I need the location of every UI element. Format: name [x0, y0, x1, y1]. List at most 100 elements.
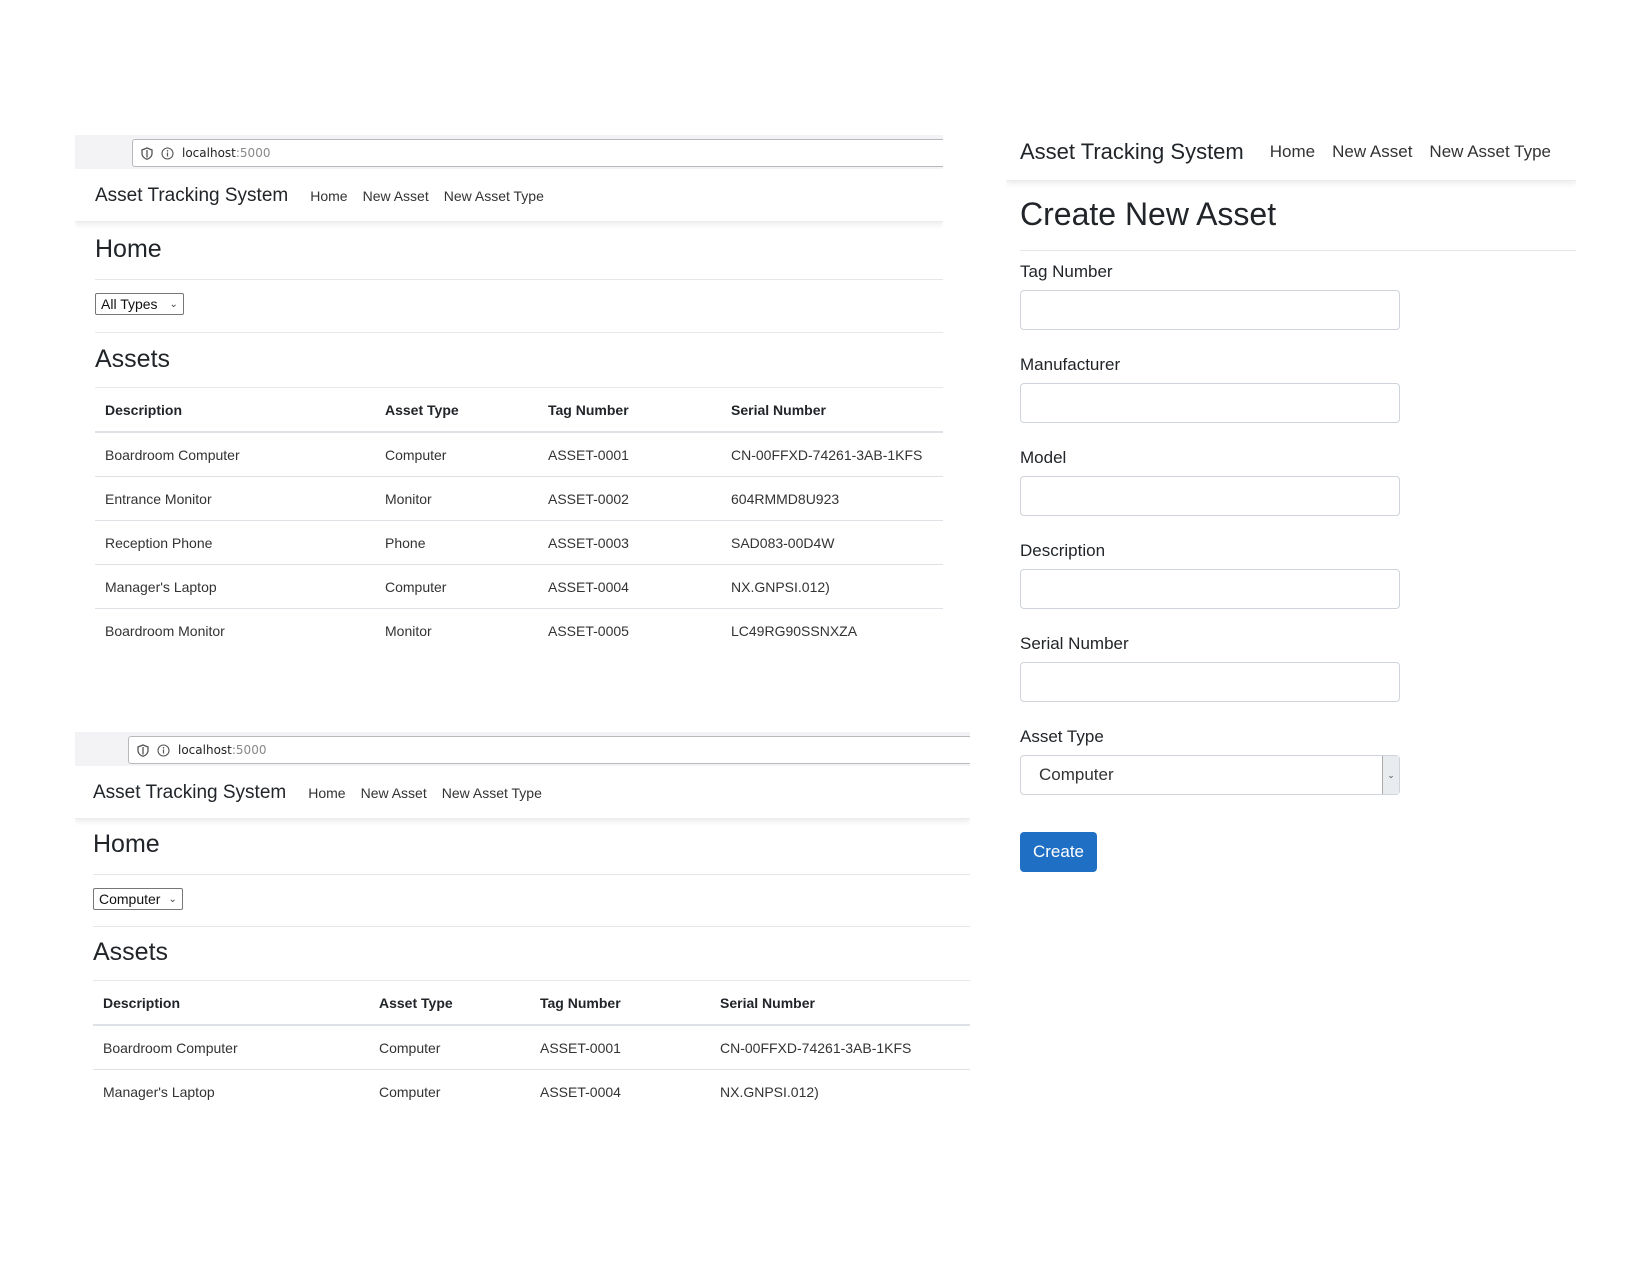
brand[interactable]: Asset Tracking System: [1020, 139, 1244, 165]
cell-asset-type: Monitor: [375, 476, 538, 521]
cell-tag-number: ASSET-0004: [540, 1083, 621, 1100]
cell-description: Boardroom Computer: [93, 1025, 369, 1070]
shield-icon: [141, 146, 153, 160]
nav-new-asset[interactable]: New Asset: [1332, 142, 1412, 162]
cell-asset-type: Computer: [375, 564, 538, 609]
nav-home[interactable]: Home: [310, 188, 347, 204]
cell-tag-number: ASSET-0002: [538, 476, 721, 521]
nav-new-asset-type[interactable]: New Asset Type: [1429, 142, 1551, 162]
create-button[interactable]: Create: [1020, 832, 1097, 872]
table-row: Boardroom Monitor Monitor ASSET-0005 LC4…: [95, 609, 943, 653]
section-title: Assets: [95, 345, 171, 373]
asset-type-value: Computer: [1039, 765, 1114, 784]
nav-new-asset[interactable]: New Asset: [363, 188, 429, 204]
shield-icon: [137, 743, 149, 757]
asset-type-label: Asset Type: [1020, 727, 1104, 746]
section-title: Assets: [93, 938, 169, 966]
chevron-down-icon: ⌄: [1382, 756, 1399, 794]
description-field[interactable]: [1020, 569, 1400, 609]
info-icon[interactable]: [157, 743, 170, 757]
description-label: Description: [1020, 541, 1106, 560]
cell-asset-type: Computer: [379, 1083, 441, 1100]
nav-new-asset-type[interactable]: New Asset Type: [442, 785, 542, 801]
column-header: Description: [93, 982, 369, 1026]
cell-serial-number: 604RMMD8U923: [721, 476, 943, 521]
manufacturer-field[interactable]: [1020, 383, 1400, 423]
column-header: Serial Number: [721, 389, 943, 433]
url-host: localhost: [182, 146, 236, 160]
manufacturer-label: Manufacturer: [1020, 355, 1121, 374]
serial-number-label: Serial Number: [1020, 634, 1129, 653]
table-header-row: Description Asset Type Tag Number Serial…: [93, 982, 970, 1026]
page-title: Home: [93, 830, 160, 858]
cell-tag-number: ASSET-0001: [538, 432, 721, 477]
home-all-types-screenshot: localhost:5000 Asset Tracking System Hom…: [75, 135, 943, 665]
cell-tag-number: ASSET-0005: [548, 622, 629, 639]
filter-value: All Types: [101, 296, 158, 312]
asset-type-filter[interactable]: All Types ⌄: [95, 293, 184, 315]
browser-toolbar: localhost:5000: [75, 135, 943, 169]
nav-home[interactable]: Home: [1270, 142, 1315, 162]
home-computer-filter-screenshot: localhost:5000 Asset Tracking System Hom…: [75, 732, 970, 1102]
cell-asset-type: Phone: [375, 520, 538, 565]
address-bar[interactable]: localhost:5000: [128, 736, 970, 764]
cell-description: Reception Phone: [95, 520, 375, 565]
navbar: Asset Tracking System Home New Asset New…: [1006, 124, 1576, 181]
brand[interactable]: Asset Tracking System: [93, 782, 286, 804]
cell-asset-type: Computer: [369, 1025, 530, 1070]
cell-tag-number: ASSET-0004: [538, 564, 721, 609]
tag-number-label: Tag Number: [1020, 262, 1113, 281]
divider: [93, 980, 970, 981]
address-bar[interactable]: localhost:5000: [132, 139, 943, 167]
model-field[interactable]: [1020, 476, 1400, 516]
nav-new-asset[interactable]: New Asset: [361, 785, 427, 801]
cell-asset-type: Computer: [375, 432, 538, 477]
url-host: localhost: [178, 743, 232, 757]
cell-serial-number: LC49RG90SSNXZA: [731, 622, 858, 639]
divider: [95, 332, 943, 333]
filter-value: Computer: [99, 891, 161, 907]
info-icon[interactable]: [161, 146, 174, 160]
cell-serial-number: NX.GNPSI.012): [721, 564, 943, 609]
serial-number-field[interactable]: [1020, 662, 1400, 702]
table-row: Manager's Laptop Computer ASSET-0004 NX.…: [95, 564, 943, 609]
column-header: Serial Number: [710, 982, 970, 1026]
table-row: Boardroom Computer Computer ASSET-0001 C…: [95, 432, 943, 477]
column-header: Tag Number: [538, 389, 721, 433]
asset-type-select[interactable]: Computer ⌄: [1020, 755, 1400, 795]
table-row: Boardroom Computer Computer ASSET-0001 C…: [93, 1025, 970, 1070]
divider: [93, 926, 970, 927]
navbar: Asset Tracking System Home New Asset New…: [75, 768, 970, 819]
table-row: Reception Phone Phone ASSET-0003 SAD083-…: [95, 520, 943, 565]
chevron-down-icon: ⌄: [169, 298, 178, 310]
cell-serial-number: SAD083-00D4W: [721, 520, 943, 565]
cell-serial-number: CN-00FFXD-74261-3AB-1KFS: [721, 432, 943, 477]
divider: [93, 874, 970, 875]
divider: [95, 387, 943, 388]
cell-tag-number: ASSET-0003: [538, 520, 721, 565]
assets-table: Description Asset Type Tag Number Serial…: [95, 389, 943, 652]
cell-tag-number: ASSET-0001: [530, 1025, 710, 1070]
create-asset-screenshot: Asset Tracking System Home New Asset New…: [1006, 124, 1576, 894]
table-row: Manager's Laptop Computer ASSET-0004 NX.…: [93, 1070, 970, 1103]
cell-serial-number: CN-00FFXD-74261-3AB-1KFS: [710, 1025, 970, 1070]
nav-home[interactable]: Home: [308, 785, 345, 801]
model-label: Model: [1020, 448, 1067, 467]
brand[interactable]: Asset Tracking System: [95, 185, 288, 207]
cell-description: Entrance Monitor: [95, 476, 375, 521]
column-header: Asset Type: [369, 982, 530, 1026]
tag-number-field[interactable]: [1020, 290, 1400, 330]
browser-toolbar: localhost:5000: [75, 732, 970, 766]
cell-description: Manager's Laptop: [95, 564, 375, 609]
page-title: Create New Asset: [1020, 196, 1277, 232]
asset-type-filter[interactable]: Computer ⌄: [93, 888, 183, 910]
table-header-row: Description Asset Type Tag Number Serial…: [95, 389, 943, 433]
column-header: Description: [95, 389, 375, 433]
navbar: Asset Tracking System Home New Asset New…: [75, 171, 943, 222]
column-header: Asset Type: [375, 389, 538, 433]
url-port: :5000: [231, 743, 267, 757]
cell-description: Manager's Laptop: [103, 1083, 215, 1100]
nav-new-asset-type[interactable]: New Asset Type: [444, 188, 544, 204]
divider: [1020, 250, 1576, 251]
cell-description: Boardroom Computer: [95, 432, 375, 477]
